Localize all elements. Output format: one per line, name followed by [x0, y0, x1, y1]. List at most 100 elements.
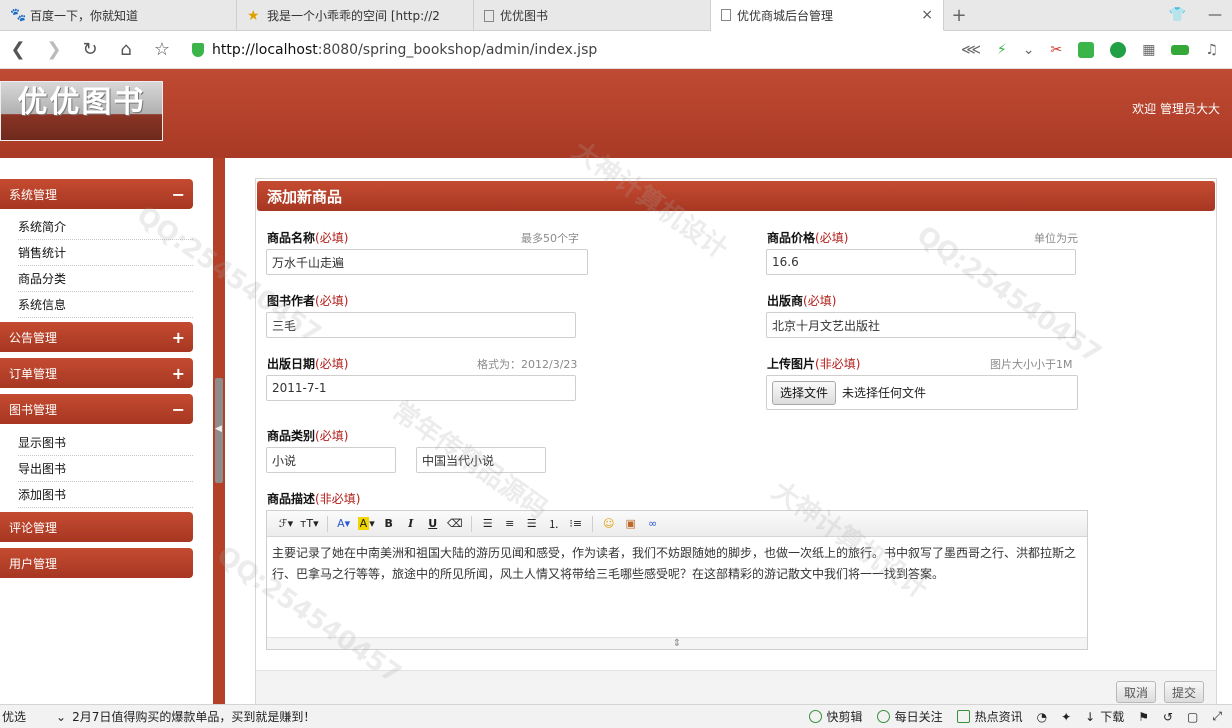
bookmark-star-icon[interactable]: ☆ [144, 31, 180, 69]
history-icon[interactable]: ↺ [1163, 710, 1173, 724]
sidebar-item-sales-stats[interactable]: 销售统计 [18, 240, 193, 266]
product-name-input[interactable]: 万水千山走遍 [266, 249, 588, 275]
resize-handle-icon[interactable]: ⇕ [267, 637, 1087, 649]
underline-icon[interactable]: U [422, 514, 444, 534]
bold-icon[interactable]: B [378, 514, 400, 534]
page-icon [484, 9, 494, 22]
sidebar-group-users[interactable]: 用户管理 [0, 548, 193, 578]
link-icon[interactable]: ∞ [642, 514, 664, 534]
sidebar-item-categories[interactable]: 商品分类 [18, 266, 193, 292]
category-select-primary[interactable]: 小说 [266, 447, 396, 473]
file-status: 未选择任何文件 [842, 386, 927, 400]
description-text[interactable]: 主要记录了她在中南美洲和祖国大陆的游历见闻和感受，作为读者，我们不妨跟随她的脚步… [267, 537, 1087, 637]
chevron-down-icon[interactable]: ⌄ [1023, 42, 1035, 58]
sidebar-item-add-book[interactable]: 添加图书 [18, 482, 193, 508]
home-icon[interactable]: ⌂ [108, 31, 144, 69]
chevron-down-icon: ⌄ [56, 709, 67, 724]
expand-icon[interactable]: + [172, 328, 185, 347]
choose-file-button[interactable]: 选择文件 [772, 380, 837, 405]
yen-extension-icon[interactable] [1078, 41, 1095, 58]
italic-icon[interactable]: I [400, 514, 422, 534]
tab-title: 我是一个小乖乖的空间 [http://2 [267, 9, 440, 23]
site-logo: 优优图书 [0, 81, 163, 141]
fullscreen-icon[interactable]: ⤢ [1212, 709, 1222, 724]
address-bar[interactable]: http://localhost:8080/spring_bookshop/ad… [192, 36, 872, 64]
reload-icon[interactable]: ↻ [72, 31, 108, 69]
highlight-color-icon[interactable]: A ▾ [355, 514, 378, 534]
quick-edit-item[interactable]: 快剪辑 [808, 708, 863, 725]
font-family-icon[interactable]: ℱ ▾ [275, 514, 297, 534]
insert-image-icon[interactable]: ▣ [620, 514, 642, 534]
collapse-arrow-icon[interactable]: ◀ [215, 424, 222, 434]
sidebar-group-books[interactable]: 图书管理 − [0, 394, 193, 424]
sidebar-item-system-intro[interactable]: 系统简介 [18, 214, 193, 240]
bullet-list-icon[interactable]: ⁝≡ [565, 514, 587, 534]
required-mark: (必填) [803, 294, 837, 308]
sidebar-group-system[interactable]: 系统管理 − [0, 179, 193, 209]
emoticon-icon[interactable]: ☺ [598, 514, 620, 534]
cancel-button[interactable]: 取消 [1116, 681, 1157, 703]
item-label: 快剪辑 [826, 710, 863, 724]
publisher-input[interactable]: 北京十月文艺出版社 [766, 312, 1076, 338]
sidebar-group-notices[interactable]: 公告管理 + [0, 322, 193, 352]
sidebar-group-comments[interactable]: 评论管理 [0, 512, 193, 542]
align-center-icon[interactable]: ≡ [499, 514, 521, 534]
url-path: :8080/spring_bookshop/admin/index.jsp [317, 41, 598, 58]
headphones-icon[interactable]: ♫ [1205, 42, 1218, 58]
tab-title: 百度一下，你就知道 [30, 9, 139, 23]
font-size-icon[interactable]: ᴛT▾ [297, 514, 322, 534]
expand-icon[interactable]: + [172, 364, 185, 383]
editor-toolbar: ℱ ▾ ᴛT▾ A▾ A ▾ B I U ⌫ ☰ ≡ ☰ ⒈ ⁝≡ ☺ ▣ ∞ [267, 511, 1087, 537]
new-tab-button[interactable]: + [944, 0, 974, 31]
lightning-icon[interactable]: ⚡ [997, 42, 1007, 58]
label-text: 商品类别 [267, 429, 316, 443]
collapse-icon[interactable]: − [172, 185, 185, 204]
item-label: 每日关注 [894, 710, 943, 724]
minimize-icon[interactable]: — [1208, 7, 1222, 23]
item-label: 热点资讯 [974, 710, 1023, 724]
reader-icon[interactable]: ⚑ [1138, 710, 1149, 724]
sidebar-item-system-info[interactable]: 系统信息 [18, 292, 193, 318]
publish-date-input[interactable]: 2011-7-1 [266, 375, 576, 401]
daily-follow-item[interactable]: 每日关注 [876, 708, 943, 725]
news-ticker[interactable]: ⌄ 2月7日值得购买的爆款单品，买到就是赚到！ [56, 708, 315, 725]
pin-icon[interactable]: ✦ [1061, 710, 1071, 724]
sidebar-item-export-books[interactable]: 导出图书 [18, 456, 193, 482]
close-icon[interactable]: × [921, 7, 933, 23]
group-label: 评论管理 [9, 520, 58, 535]
ordered-list-icon[interactable]: ⒈ [543, 514, 565, 534]
collapse-icon[interactable]: − [172, 400, 185, 419]
font-color-icon[interactable]: A▾ [333, 514, 355, 534]
forward-icon[interactable]: ❯ [36, 31, 72, 69]
battery-icon[interactable] [1171, 44, 1190, 55]
date-label: 出版日期(必填) [267, 355, 348, 372]
category-select-secondary[interactable]: 中国当代小说 [416, 447, 546, 473]
tab-baidu[interactable]: 🐾 百度一下，你就知道 [0, 0, 237, 31]
hot-news-item[interactable]: 热点资讯 [956, 708, 1023, 725]
name-label: 商品名称(必填) [267, 229, 348, 246]
speed-icon[interactable]: ◔ [1037, 710, 1047, 724]
product-price-input[interactable]: 16.6 [766, 249, 1076, 275]
back-icon[interactable]: ❮ [0, 31, 36, 69]
image-label: 上传图片(非必填) [767, 355, 860, 372]
toolbar-divider [470, 515, 472, 532]
tab-admin[interactable]: 优优商城后台管理 × [711, 0, 944, 31]
tshirt-icon[interactable]: 👕 [1169, 7, 1186, 23]
align-right-icon[interactable]: ☰ [521, 514, 543, 534]
align-left-icon[interactable]: ☰ [477, 514, 499, 534]
scissors-icon[interactable]: ✂ [1050, 42, 1062, 58]
label-text: 上传图片 [767, 357, 816, 371]
news-text[interactable]: 2月7日值得购买的爆款单品，买到就是赚到！ [72, 708, 315, 725]
eraser-icon[interactable]: ⌫ [444, 514, 466, 534]
download-item[interactable]: ↓ 下载 [1085, 708, 1124, 725]
apps-grid-icon[interactable]: ▦ [1142, 42, 1155, 58]
tab-qzone[interactable]: ★ 我是一个小乖乖的空间 [http://2 [237, 0, 474, 31]
sidebar-item-show-books[interactable]: 显示图书 [18, 430, 193, 456]
green-extension-icon[interactable] [1110, 41, 1127, 58]
sidebar-group-orders[interactable]: 订单管理 + [0, 358, 193, 388]
window-icon[interactable]: ▢ [1187, 710, 1198, 724]
author-input[interactable]: 三毛 [266, 312, 576, 338]
tab-youyou-books[interactable]: 优优图书 [474, 0, 711, 31]
submit-button[interactable]: 提交 [1164, 681, 1205, 703]
share-icon[interactable]: ⋘ [961, 42, 981, 58]
